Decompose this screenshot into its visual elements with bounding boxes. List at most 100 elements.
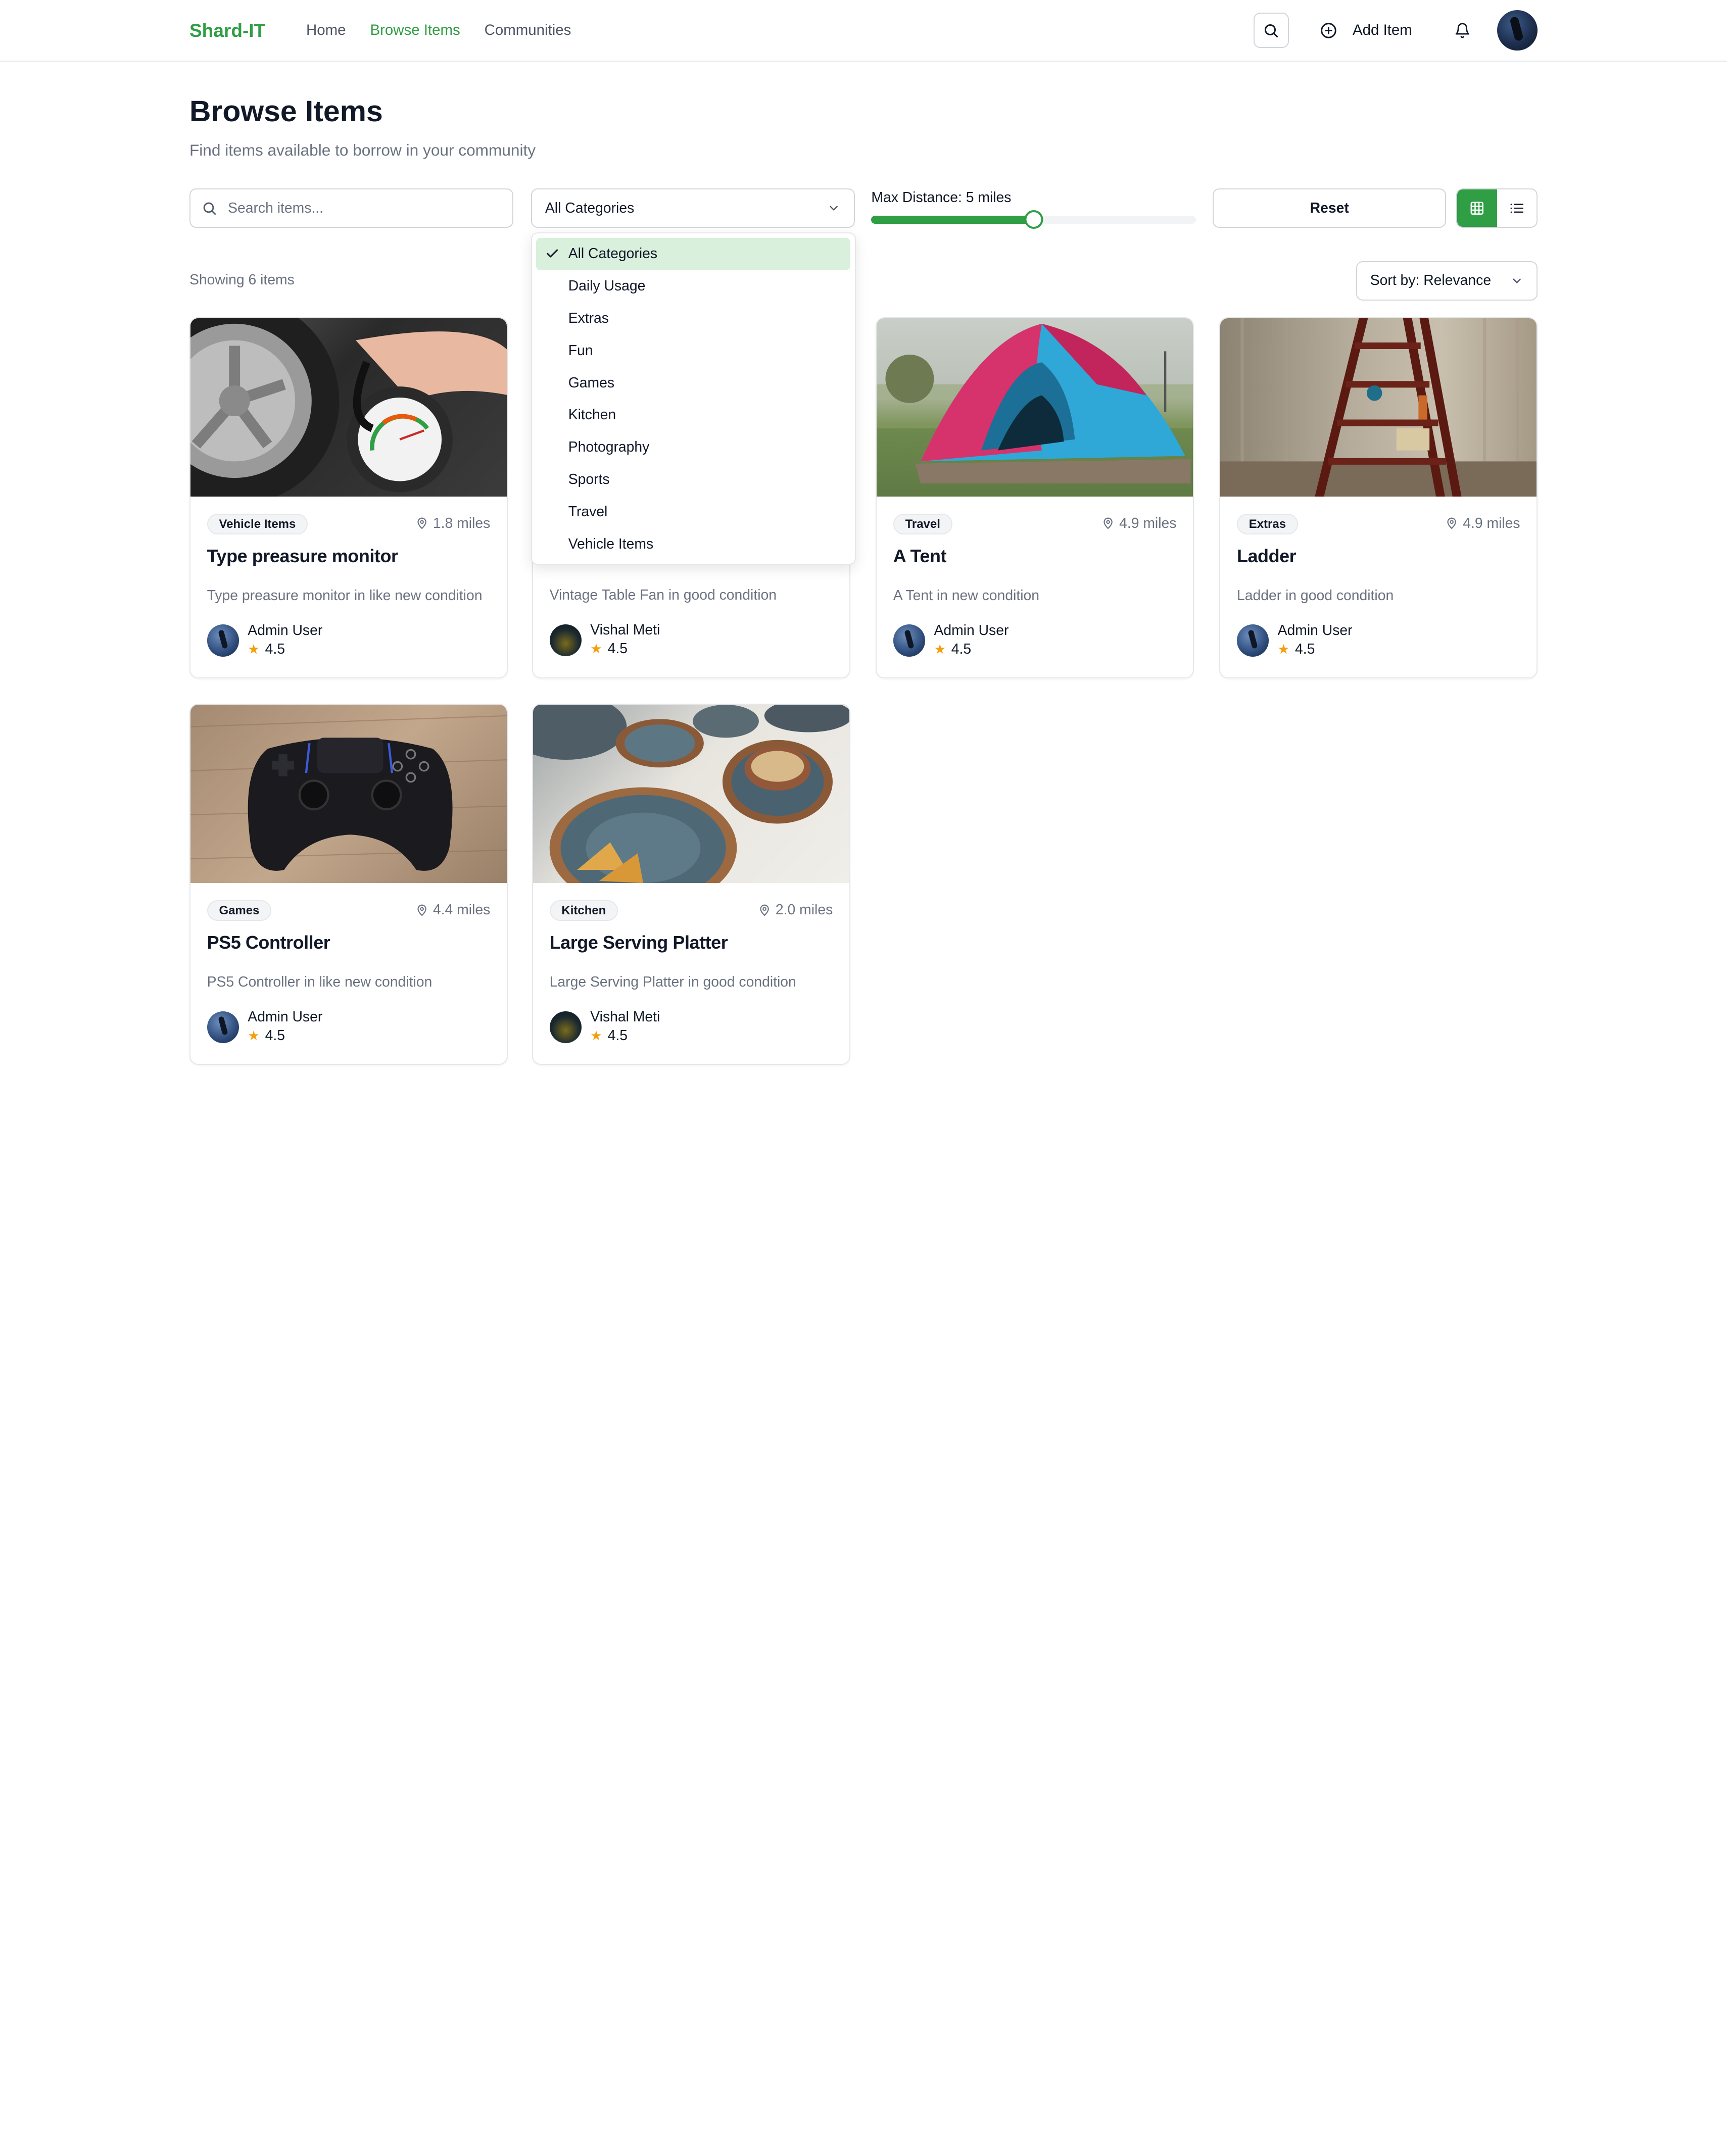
item-title[interactable]: A Tent <box>893 546 1177 567</box>
user-avatar[interactable] <box>1497 10 1538 51</box>
add-item-button[interactable]: Add Item <box>1320 22 1412 39</box>
map-pin-icon <box>1103 518 1113 529</box>
owner-name: Vishal Meti <box>590 622 660 639</box>
grid-view-button[interactable] <box>1457 189 1497 227</box>
distance-slider-thumb[interactable] <box>1024 210 1043 229</box>
item-card[interactable]: Games 4.4 miles PS5 Controller PS5 Contr… <box>189 704 508 1065</box>
list-icon <box>1510 204 1523 213</box>
owner-name: Admin User <box>248 1009 323 1025</box>
owner-name: Admin User <box>248 622 323 639</box>
item-card[interactable]: Kitchen 2.0 miles Large Serving Platter … <box>532 704 850 1065</box>
star-icon: ★ <box>248 1028 260 1043</box>
item-distance: 4.9 miles <box>1101 515 1176 532</box>
item-image-tent <box>877 318 1193 497</box>
page-title: Browse Items <box>189 95 383 128</box>
category-option-daily-usage[interactable]: Daily Usage <box>536 270 850 303</box>
owner-rating: ★ 4.5 <box>248 640 322 659</box>
category-option-photography[interactable]: Photography <box>536 431 850 464</box>
item-distance-value: 4.9 miles <box>1119 515 1177 532</box>
category-option-label: Daily Usage <box>568 277 646 294</box>
category-option-extras[interactable]: Extras <box>536 302 850 334</box>
item-owner: Vishal Meti ★ 4.5 <box>549 621 833 659</box>
owner-rating: ★ 4.5 <box>934 640 1009 659</box>
search-icon <box>1265 24 1278 37</box>
nav-link-communities[interactable]: Communities <box>485 22 571 39</box>
owner-rating: ★ 4.5 <box>248 1026 322 1046</box>
category-option-vehicle-items[interactable]: Vehicle Items <box>536 528 850 560</box>
item-owner: Admin User ★ 4.5 <box>207 1008 491 1046</box>
sort-select[interactable]: Sort by: Relevance <box>1356 261 1538 301</box>
map-pin-icon <box>417 518 426 529</box>
item-image-serving-platter <box>533 705 849 884</box>
bell-icon <box>1455 23 1469 38</box>
category-option-label: Photography <box>568 439 650 456</box>
distance-slider[interactable] <box>871 210 1196 229</box>
item-card[interactable]: Vehicle Items 1.8 miles Type preasure mo… <box>189 317 508 678</box>
owner-name: Admin User <box>934 622 1009 639</box>
item-distance-value: 4.4 miles <box>433 902 491 918</box>
item-owner: Admin User ★ 4.5 <box>207 622 491 659</box>
list-view-button[interactable] <box>1497 189 1537 227</box>
category-select[interactable]: All Categories <box>531 188 855 228</box>
page: Shard-IT Home Browse Items Communities A… <box>0 0 1727 1077</box>
star-icon: ★ <box>590 1028 602 1043</box>
category-option-all-categories[interactable]: All Categories <box>536 237 851 270</box>
item-card[interactable]: Extras 4.9 miles Ladder Ladder in good c… <box>1219 317 1538 678</box>
plus-circle-icon <box>1320 22 1336 38</box>
search-icon <box>203 202 216 215</box>
star-icon: ★ <box>1277 641 1290 657</box>
item-image-tire-gauge <box>190 318 507 497</box>
category-dropdown-menu: All Categories Daily Usage Extras Fun Ga… <box>531 232 856 565</box>
search-box <box>189 188 513 228</box>
category-badge: Extras <box>1236 514 1298 534</box>
star-icon: ★ <box>248 641 260 657</box>
item-distance-value: 1.8 miles <box>433 515 491 532</box>
item-description: Type preasure monitor in like new condit… <box>207 587 483 604</box>
item-distance-value: 2.0 miles <box>775 902 833 918</box>
category-badge: Games <box>207 900 272 921</box>
nav-link-browse-items[interactable]: Browse Items <box>370 22 460 39</box>
nav-actions: Add Item <box>1253 10 1538 51</box>
owner-rating-value: 4.5 <box>265 641 285 657</box>
chevron-down-icon <box>1513 278 1521 283</box>
star-icon: ★ <box>934 641 946 657</box>
add-item-label: Add Item <box>1353 21 1412 38</box>
category-option-label: Kitchen <box>568 407 616 423</box>
owner-name: Vishal Meti <box>590 1009 660 1025</box>
category-option-kitchen[interactable]: Kitchen <box>536 399 850 431</box>
category-option-label: Vehicle Items <box>568 535 654 552</box>
page-subtitle: Find items available to borrow in your c… <box>189 141 536 160</box>
category-option-sports[interactable]: Sports <box>536 464 850 496</box>
owner-rating-value: 4.5 <box>951 641 972 657</box>
distance-slider-fill <box>871 216 1034 224</box>
item-description: A Tent in new condition <box>893 587 1040 604</box>
item-description: Vintage Table Fan in good condition <box>549 587 777 604</box>
item-owner: Admin User ★ 4.5 <box>893 622 1177 659</box>
item-title[interactable]: Ladder <box>1237 546 1520 567</box>
nav-link-home[interactable]: Home <box>306 22 346 39</box>
chevron-down-icon <box>830 206 838 211</box>
item-title[interactable]: PS5 Controller <box>207 932 491 953</box>
owner-rating-value: 4.5 <box>265 1027 285 1044</box>
owner-rating-value: 4.5 <box>607 641 628 657</box>
search-button[interactable] <box>1253 13 1289 48</box>
item-title[interactable]: Large Serving Platter <box>550 932 833 953</box>
item-card[interactable]: Travel 4.9 miles A Tent A Tent in new co… <box>876 317 1194 678</box>
category-option-fun[interactable]: Fun <box>536 334 850 367</box>
item-distance-value: 4.9 miles <box>1463 515 1520 532</box>
app-logo[interactable]: Shard-IT <box>189 20 306 41</box>
notifications-button[interactable] <box>1454 22 1471 39</box>
item-title[interactable]: Type preasure monitor <box>207 546 491 567</box>
reset-button[interactable]: Reset <box>1213 188 1447 228</box>
category-option-travel[interactable]: Travel <box>536 496 850 528</box>
item-owner: Vishal Meti ★ 4.5 <box>549 1008 833 1046</box>
item-distance: 4.4 miles <box>415 902 490 918</box>
category-badge: Vehicle Items <box>207 514 308 534</box>
owner-rating: ★ 4.5 <box>590 639 660 659</box>
owner-rating: ★ 4.5 <box>590 1026 660 1046</box>
search-input[interactable] <box>228 200 493 217</box>
sort-select-value: Sort by: Relevance <box>1370 272 1492 289</box>
owner-rating: ★ 4.5 <box>1278 640 1353 659</box>
owner-avatar <box>549 1011 582 1043</box>
category-option-games[interactable]: Games <box>536 367 850 399</box>
